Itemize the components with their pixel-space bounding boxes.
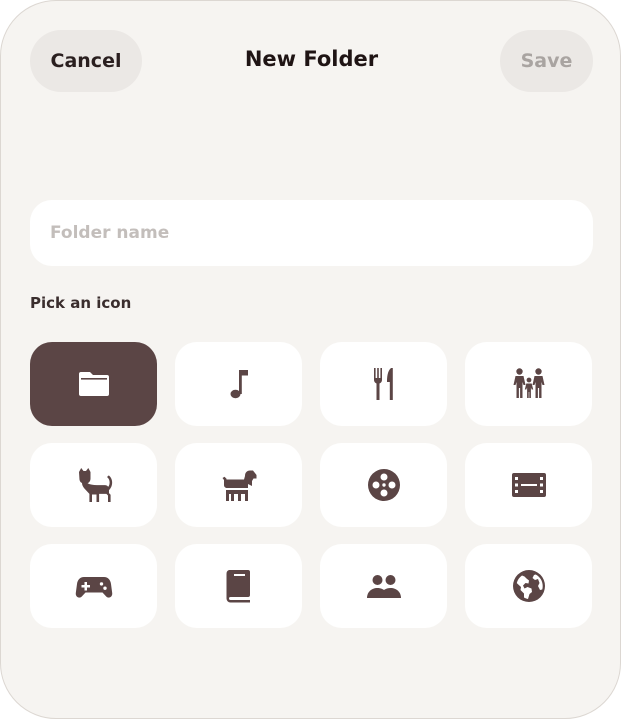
folder-icon <box>78 372 109 396</box>
book-icon <box>225 570 250 603</box>
folder-name-input[interactable] <box>30 200 593 266</box>
icon-option-family[interactable] <box>465 342 592 426</box>
icon-option-dog[interactable] <box>175 443 302 527</box>
icon-option-people[interactable] <box>320 544 447 628</box>
music-note-icon <box>230 370 248 399</box>
icon-option-film-reel[interactable] <box>320 443 447 527</box>
gamepad-icon <box>75 577 112 598</box>
fork-knife-icon <box>373 368 393 400</box>
icon-option-cat[interactable] <box>30 443 157 527</box>
icon-option-folder[interactable] <box>30 342 157 426</box>
icon-option-film-strip[interactable] <box>465 443 592 527</box>
dog-icon <box>222 470 256 501</box>
new-folder-sheet: Cancel New Folder Save Pick an icon <box>0 0 621 719</box>
film-reel-icon <box>367 469 400 501</box>
icon-option-restaurant[interactable] <box>320 342 447 426</box>
icon-option-gaming[interactable] <box>30 544 157 628</box>
icon-option-book[interactable] <box>175 544 302 628</box>
film-strip-icon <box>511 473 546 497</box>
save-button[interactable]: Save <box>500 30 593 92</box>
icon-section-label: Pick an icon <box>30 294 132 312</box>
globe-icon <box>512 570 545 602</box>
people-icon <box>366 575 401 598</box>
cat-icon <box>78 468 112 502</box>
family-icon <box>513 368 544 398</box>
icon-grid <box>30 342 593 628</box>
icon-option-globe[interactable] <box>465 544 592 628</box>
icon-option-music[interactable] <box>175 342 302 426</box>
